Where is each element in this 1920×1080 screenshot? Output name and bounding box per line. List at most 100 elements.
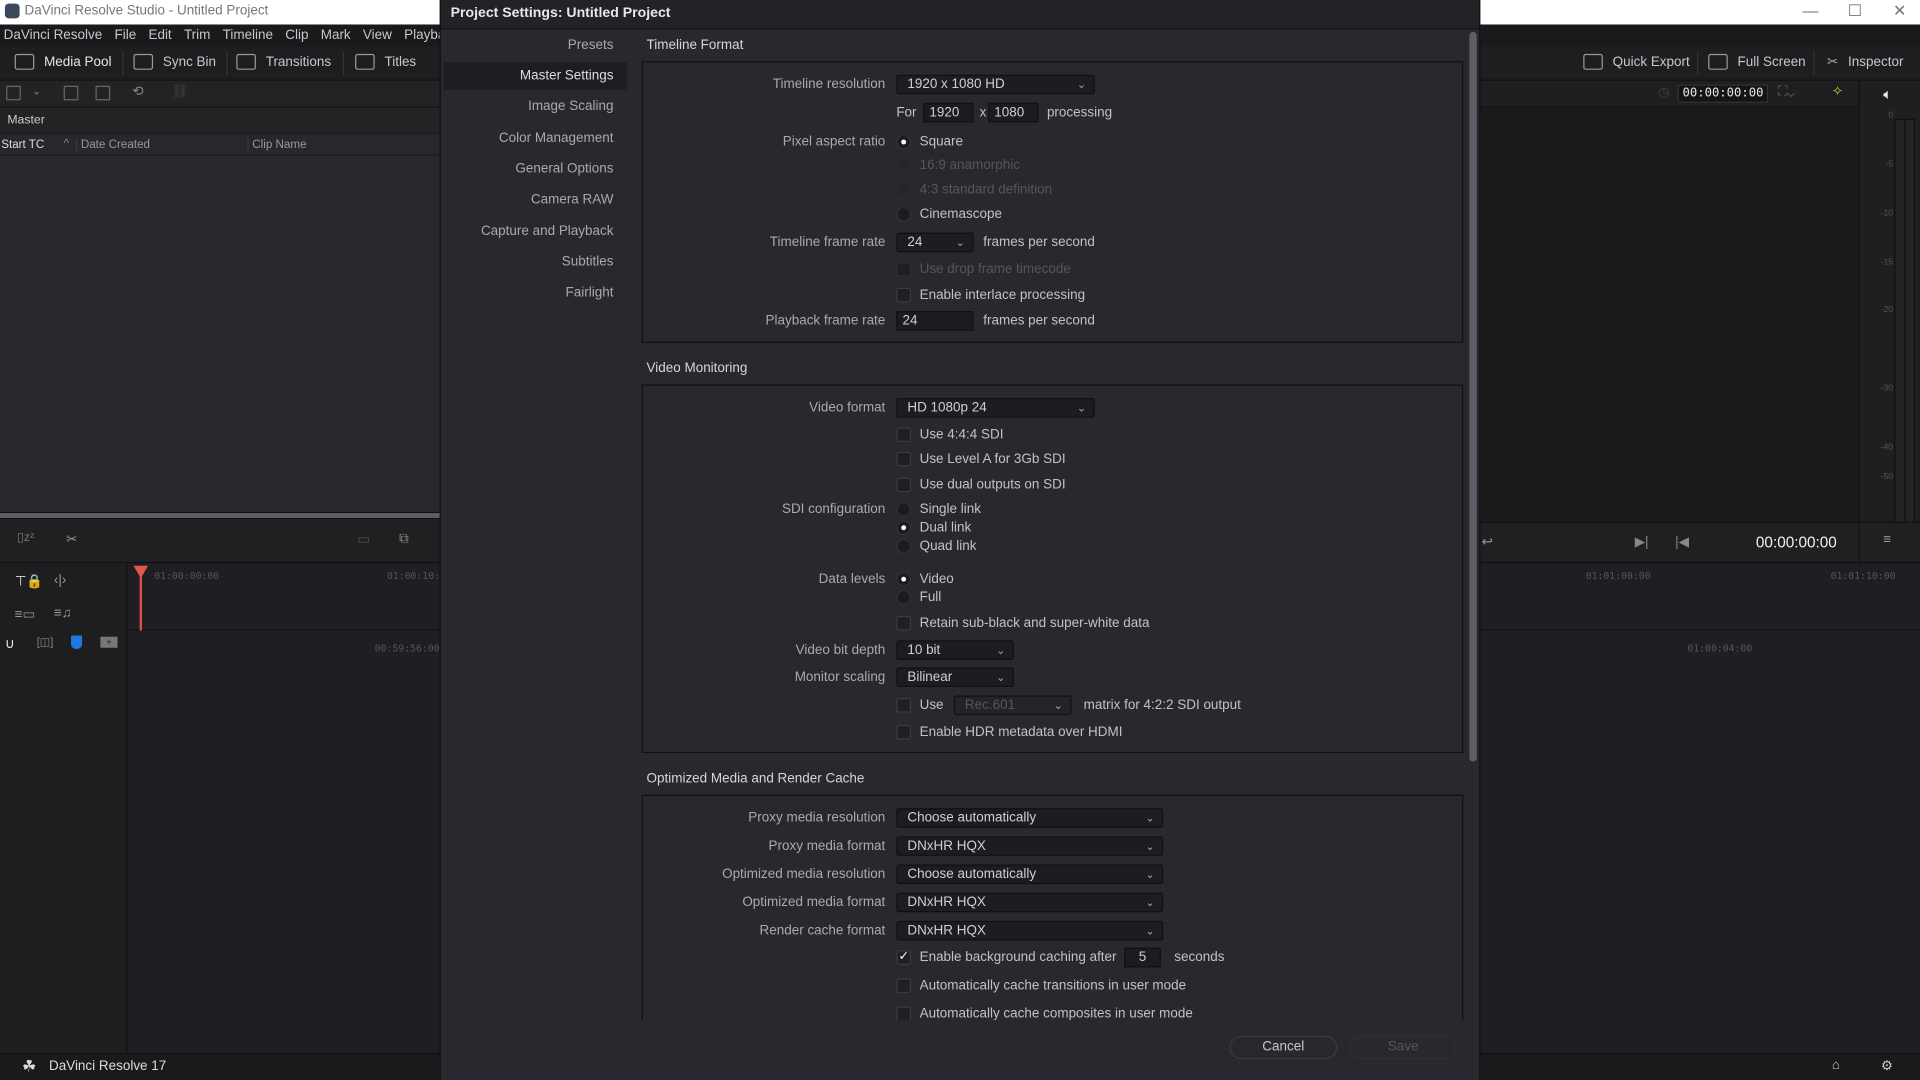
settings-scroll-area[interactable]: Timeline Format Video Monitoring Optimiz… (441, 29, 1467, 1021)
bit-depth-dropdown[interactable]: 10 bit ⌄ (896, 640, 1014, 661)
dual-monitor-icon[interactable]: ⧉ (399, 531, 409, 547)
viewer-timecode[interactable]: 00:00:00:00 (1756, 534, 1837, 551)
inspector-button[interactable]: ✂ Inspector (1827, 54, 1903, 69)
full-screen-button[interactable]: Full Screen (1708, 53, 1806, 70)
bin-master[interactable]: Master (0, 107, 441, 133)
chevron-down-icon: ⌄ (996, 671, 1006, 684)
optimized-resolution-dropdown[interactable]: Choose automatically ⌄ (896, 864, 1164, 885)
cache-composites-checkbox[interactable] (896, 1006, 912, 1021)
gear-icon[interactable]: ⚙ (1881, 1058, 1893, 1074)
processing-width-input[interactable]: 1920 (923, 102, 974, 123)
media-pool-button[interactable]: Media Pool (14, 53, 112, 70)
column-date-created[interactable]: Date Created (75, 138, 247, 152)
monitor-scaling-dropdown[interactable]: Bilinear ⌄ (896, 667, 1014, 687)
dual-outputs-checkbox[interactable] (896, 477, 912, 493)
menu-clip[interactable]: Clip (285, 28, 308, 43)
sync-icon[interactable]: ⟲ (132, 83, 143, 99)
viewer[interactable] (1479, 107, 1859, 522)
row-bg-cache: ✓ Enable background caching after 5 seco… (441, 947, 1467, 968)
render-cache-format-dropdown[interactable]: DNxHR HQX ⌄ (896, 920, 1164, 941)
proxy-format-dropdown[interactable]: DNxHR HQX ⌄ (896, 836, 1164, 856)
transitions-button[interactable]: Transitions (236, 53, 331, 70)
proxy-resolution-dropdown[interactable]: Choose automatically ⌄ (896, 808, 1164, 828)
close-button[interactable]: ✕ (1893, 1, 1906, 21)
cache-transitions-checkbox[interactable] (896, 978, 912, 994)
video-format-dropdown[interactable]: HD 1080p 24 ⌄ (896, 397, 1095, 418)
scissors-icon[interactable]: ✂ (66, 531, 77, 548)
processing-height-input[interactable]: 1080 (988, 102, 1039, 123)
label: Timeline resolution (772, 77, 886, 92)
use-444-checkbox[interactable] (896, 427, 912, 443)
row-proxy-fmt: Proxy media format DNxHR HQX ⌄ (441, 836, 1467, 856)
add-track-icon[interactable]: + (100, 636, 118, 648)
background-caching-checkbox[interactable]: ✓ (896, 950, 912, 965)
playback-frame-rate-input[interactable]: 24 (896, 311, 974, 331)
previous-frame-icon[interactable]: |◀ (1675, 534, 1689, 550)
radio-single-link[interactable] (896, 502, 912, 517)
color-effects-icon[interactable]: ✧ (1832, 83, 1843, 99)
menu-davinci-resolve[interactable]: DaVinci Resolve (4, 28, 103, 43)
cancel-button[interactable]: Cancel (1229, 1035, 1338, 1060)
optimized-format-dropdown[interactable]: DNxHR HQX ⌄ (896, 892, 1164, 913)
chevron-down-icon: ⌄ (1076, 78, 1087, 91)
radio-cinemascope[interactable] (896, 206, 912, 222)
menu-edit[interactable]: Edit (148, 28, 171, 43)
titles-button[interactable]: Titles (355, 53, 416, 70)
option-label: Enable HDR metadata over HDMI (919, 724, 1123, 740)
maximize-button[interactable]: ☐ (1848, 1, 1862, 21)
monitor-icon[interactable]: ▭ (358, 531, 371, 548)
radio-video-levels[interactable] (896, 571, 912, 587)
media-pool-list[interactable] (0, 155, 441, 512)
timeline-left[interactable]: 01:00:00:00 01:00:10:00 00:59:56:00 (127, 563, 452, 1054)
interlace-checkbox[interactable] (896, 287, 912, 303)
viewer-timecode-top[interactable]: 00:00:00:00 (1677, 84, 1769, 103)
loop-icon[interactable]: ↩ (1482, 534, 1493, 550)
use-matrix-checkbox[interactable] (896, 697, 912, 713)
next-frame-icon[interactable]: ▶| (1635, 534, 1649, 550)
playhead-handle[interactable] (133, 565, 149, 578)
timeline-frame-rate-dropdown[interactable]: 24 ⌄ (896, 232, 974, 253)
insert-video-icon[interactable]: ≡▭ (15, 606, 36, 622)
chevron-down-icon[interactable]: ⌄ (32, 84, 41, 97)
row-frame-rate: Timeline frame rate 24 ⌄ frames per secon… (441, 232, 1467, 253)
sidebar-toggle-icon[interactable] (6, 85, 21, 101)
timeline-right[interactable]: 01:01:00:00 01:01:10:00 01:00:04:00 (1479, 563, 1920, 1054)
marker-icon[interactable] (71, 635, 83, 649)
menu-view[interactable]: View (363, 28, 392, 43)
menu-timeline[interactable]: Timeline (223, 28, 273, 43)
background-caching-seconds-input[interactable]: 5 (1124, 947, 1161, 968)
import-media-icon[interactable] (63, 85, 79, 101)
hdr-metadata-checkbox[interactable] (896, 724, 912, 740)
speaker-icon[interactable]: 🔈︎ (1883, 86, 1892, 104)
lock-playhead-icon[interactable]: ⊤🔒 (15, 573, 44, 589)
column-start-tc[interactable]: Start TC (1, 138, 44, 151)
viewer-mode-icon[interactable]: ⛶⌄ (1778, 84, 1795, 100)
audio-scrub-icon[interactable]: [◫] (37, 636, 54, 649)
import-folder-icon[interactable] (95, 85, 111, 101)
minimize-button[interactable]: — (1802, 1, 1818, 19)
radio-quad-link[interactable] (896, 538, 912, 554)
menu-icon[interactable]: ≡ (1883, 533, 1891, 548)
insert-audio-icon[interactable]: ≡♫ (54, 606, 72, 621)
sync-bin-button[interactable]: Sync Bin (133, 53, 216, 70)
ripple-icon[interactable]: ‹|› (54, 573, 66, 588)
column-clip-name[interactable]: Clip Name (247, 138, 440, 152)
horizontal-scrollbar[interactable] (0, 511, 441, 520)
quick-export-button[interactable]: Quick Export (1583, 53, 1690, 70)
snooze-icon[interactable]: ▯zᶻ (17, 531, 34, 544)
label: Optimized media format (742, 895, 886, 910)
divider (1697, 51, 1699, 76)
menu-file[interactable]: File (115, 28, 137, 43)
settings-scrollbar[interactable] (1469, 31, 1477, 762)
menu-trim[interactable]: Trim (184, 28, 210, 43)
level-a-checkbox[interactable] (896, 451, 912, 467)
media-pool-icon (14, 53, 35, 70)
timeline-resolution-dropdown[interactable]: 1920 x 1080 HD ⌄ (896, 74, 1095, 95)
radio-full-levels[interactable] (896, 590, 912, 605)
snapping-icon[interactable]: ∪ (5, 636, 15, 652)
home-icon[interactable]: ⌂ (1832, 1058, 1840, 1073)
radio-square[interactable] (896, 134, 912, 150)
retain-checkbox[interactable] (896, 615, 912, 631)
radio-dual-link[interactable] (896, 520, 912, 536)
menu-mark[interactable]: Mark (321, 28, 351, 43)
